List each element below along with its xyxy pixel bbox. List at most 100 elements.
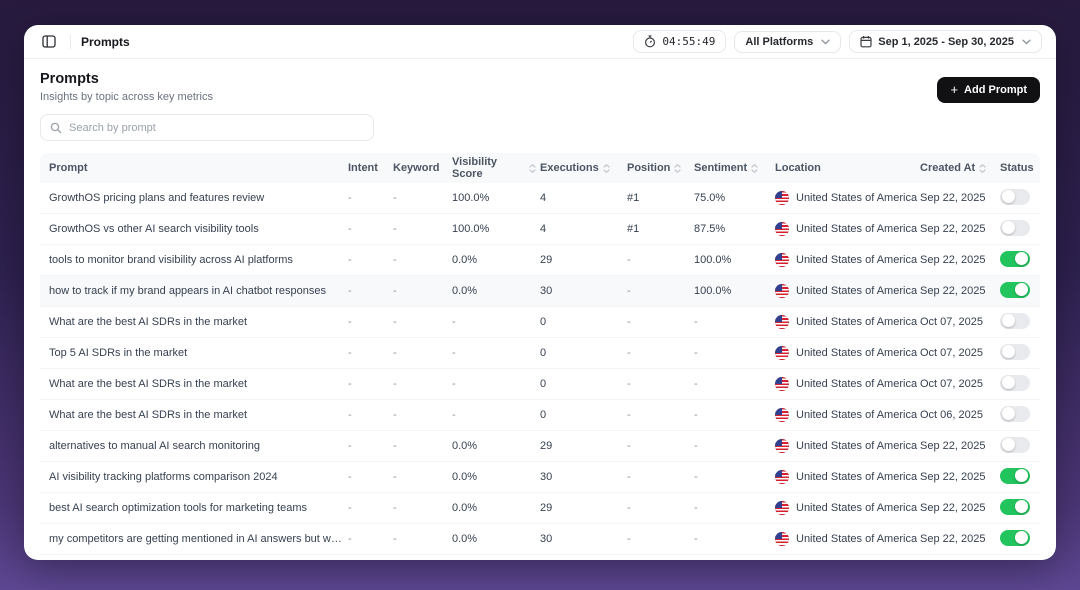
visibility-cell: 0.0% [452, 285, 540, 297]
table-row[interactable]: how to track if my brand appears in AI c… [40, 276, 1040, 307]
chevron-down-icon [821, 39, 830, 45]
platform-filter-dropdown[interactable]: All Platforms [734, 31, 841, 53]
status-toggle[interactable] [1000, 282, 1030, 298]
column-header-position[interactable]: Position [627, 162, 694, 174]
intent-cell: - [348, 533, 393, 545]
us-flag-icon [775, 222, 789, 236]
status-toggle[interactable] [1000, 251, 1030, 267]
column-label: Visibility Score [452, 156, 525, 180]
column-header-sentiment[interactable]: Sentiment [694, 162, 775, 174]
status-toggle[interactable] [1000, 499, 1030, 515]
sentiment-cell: - [694, 316, 775, 328]
location-label: United States of America [796, 285, 917, 297]
executions-cell: 30 [540, 533, 627, 545]
sentiment-cell: - [694, 471, 775, 483]
column-header-created-at[interactable]: Created At [920, 162, 1000, 174]
executions-cell: 30 [540, 285, 627, 297]
table-row[interactable]: GrowthOS vs other AI search visibility t… [40, 214, 1040, 245]
column-header-prompt: Prompt [40, 162, 348, 174]
location-label: United States of America [796, 347, 917, 359]
page-title: Prompts [40, 71, 213, 87]
visibility-cell: 0.0% [452, 471, 540, 483]
prompt-cell: my competitors are getting mentioned in … [40, 533, 348, 545]
search-box[interactable] [40, 114, 374, 141]
add-prompt-button[interactable]: + Add Prompt [937, 77, 1040, 103]
status-toggle[interactable] [1000, 375, 1030, 391]
table-row[interactable]: AI visibility tracking platforms compari… [40, 462, 1040, 493]
visibility-cell: 0.0% [452, 440, 540, 452]
visibility-cell: - [452, 378, 540, 390]
column-label: Keyword [393, 162, 439, 174]
intent-cell: - [348, 254, 393, 266]
table-row[interactable]: how to get my brand recommended by AI as… [40, 555, 1040, 560]
created-at-cell: Oct 07, 2025 [920, 316, 1000, 328]
position-cell: - [627, 409, 694, 421]
executions-cell: 29 [540, 254, 627, 266]
sidebar-toggle-button[interactable] [38, 31, 60, 53]
position-cell: #1 [627, 223, 694, 235]
location-cell: United States of America [775, 315, 920, 329]
column-label: Status [1000, 162, 1034, 174]
us-flag-icon [775, 532, 789, 546]
us-flag-icon [775, 470, 789, 484]
table-row[interactable]: What are the best AI SDRs in the market … [40, 400, 1040, 431]
visibility-cell: - [452, 316, 540, 328]
us-flag-icon [775, 408, 789, 422]
status-toggle[interactable] [1000, 406, 1030, 422]
us-flag-icon [775, 284, 789, 298]
location-label: United States of America [796, 223, 917, 235]
us-flag-icon [775, 191, 789, 205]
sort-icon[interactable] [603, 164, 610, 173]
sentiment-cell: 87.5% [694, 223, 775, 235]
status-toggle[interactable] [1000, 220, 1030, 236]
sort-icon[interactable] [751, 164, 758, 173]
main-panel: Prompts 04:55:49 All Platforms Sep 1, 20… [24, 25, 1056, 560]
status-toggle[interactable] [1000, 530, 1030, 546]
column-header-visibility-score[interactable]: Visibility Score [452, 156, 540, 180]
toggle-knob [1015, 469, 1028, 482]
column-label: Location [775, 162, 821, 174]
visibility-cell: - [452, 347, 540, 359]
location-label: United States of America [796, 533, 917, 545]
intent-cell: - [348, 223, 393, 235]
status-toggle[interactable] [1000, 313, 1030, 329]
status-toggle[interactable] [1000, 189, 1030, 205]
stopwatch-icon [644, 35, 656, 48]
prompt-cell: AI visibility tracking platforms compari… [40, 471, 348, 483]
location-label: United States of America [796, 378, 917, 390]
table-row[interactable]: GrowthOS pricing plans and features revi… [40, 183, 1040, 214]
created-at-cell: Sep 22, 2025 [920, 440, 1000, 452]
timer-chip[interactable]: 04:55:49 [633, 30, 726, 53]
table-row[interactable]: What are the best AI SDRs in the market … [40, 307, 1040, 338]
us-flag-icon [775, 377, 789, 391]
platform-filter-value: All Platforms [745, 36, 813, 48]
keyword-cell: - [393, 533, 452, 545]
table-row[interactable]: tools to monitor brand visibility across… [40, 245, 1040, 276]
status-toggle[interactable] [1000, 468, 1030, 484]
table-row[interactable]: Top 5 AI SDRs in the market - - - 0 - - … [40, 338, 1040, 369]
column-label: Intent [348, 162, 378, 174]
sort-icon[interactable] [979, 164, 986, 173]
sort-icon[interactable] [529, 164, 536, 173]
table-row[interactable]: best AI search optimization tools for ma… [40, 493, 1040, 524]
location-cell: United States of America [775, 408, 920, 422]
table-row[interactable]: alternatives to manual AI search monitor… [40, 431, 1040, 462]
toggle-knob [1002, 221, 1015, 234]
prompt-cell: alternatives to manual AI search monitor… [40, 440, 348, 452]
intent-cell: - [348, 440, 393, 452]
sentiment-cell: - [694, 440, 775, 452]
position-cell: - [627, 533, 694, 545]
location-cell: United States of America [775, 439, 920, 453]
date-range-dropdown[interactable]: Sep 1, 2025 - Sep 30, 2025 [849, 30, 1042, 53]
location-cell: United States of America [775, 253, 920, 267]
table-row[interactable]: What are the best AI SDRs in the market … [40, 369, 1040, 400]
timer-value: 04:55:49 [662, 35, 715, 48]
keyword-cell: - [393, 409, 452, 421]
table-row[interactable]: my competitors are getting mentioned in … [40, 524, 1040, 555]
status-toggle[interactable] [1000, 437, 1030, 453]
status-toggle[interactable] [1000, 344, 1030, 360]
sort-icon[interactable] [674, 164, 681, 173]
search-input[interactable] [69, 122, 364, 134]
location-cell: United States of America [775, 532, 920, 546]
column-header-executions[interactable]: Executions [540, 162, 627, 174]
